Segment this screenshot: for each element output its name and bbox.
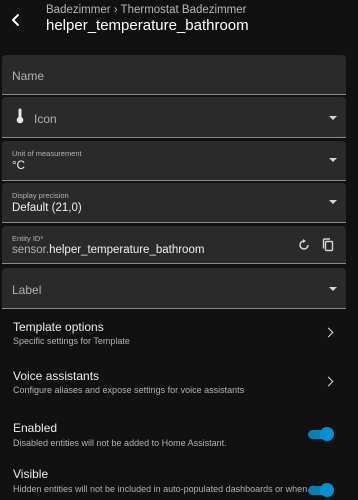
breadcrumb[interactable]: Badezimmer › Thermostat Badezimmer bbox=[46, 4, 246, 16]
visible-title: Visible bbox=[13, 467, 49, 481]
icon-picker[interactable]: Icon bbox=[2, 97, 346, 138]
label-select[interactable]: Label bbox=[2, 268, 346, 309]
chevron-down-icon[interactable] bbox=[329, 200, 337, 204]
display-precision-value: Default (21,0) bbox=[12, 202, 82, 214]
back-arrow-icon[interactable] bbox=[4, 8, 28, 32]
enabled-toggle[interactable] bbox=[306, 426, 334, 442]
chevron-down-icon[interactable] bbox=[329, 287, 337, 291]
copy-icon[interactable] bbox=[318, 235, 338, 255]
top-app-bar: Badezimmer › Thermostat Badezimmer helpe… bbox=[0, 0, 358, 44]
voice-assistants-subtitle: Configure aliases and expose settings fo… bbox=[13, 385, 245, 395]
template-options-row[interactable]: Template options Specific settings for T… bbox=[2, 313, 346, 355]
page-title: helper_temperature_bathroom bbox=[46, 17, 249, 34]
chevron-right-icon bbox=[323, 327, 334, 338]
chevron-right-icon bbox=[323, 376, 334, 387]
thermometer-icon bbox=[16, 108, 24, 129]
visible-row: Visible Hidden entities will not be incl… bbox=[2, 462, 346, 500]
entity-id-field[interactable]: Entity ID* sensor.helper_temperature_bat… bbox=[2, 226, 346, 264]
unit-of-measurement-label: Unit of measurement bbox=[12, 149, 82, 158]
entity-id-value[interactable]: helper_temperature_bathroom bbox=[49, 244, 204, 256]
icon-picker-label: Icon bbox=[34, 112, 57, 126]
chevron-down-icon[interactable] bbox=[329, 158, 337, 162]
template-options-subtitle: Specific settings for Template bbox=[13, 336, 130, 346]
toggle-knob bbox=[320, 483, 334, 497]
display-precision-select[interactable]: Display precision Default (21,0) bbox=[2, 183, 346, 223]
toggle-knob bbox=[320, 427, 334, 441]
visible-toggle[interactable] bbox=[306, 482, 334, 498]
enabled-subtitle: Disabled entities will not be added to H… bbox=[13, 438, 227, 448]
voice-assistants-row[interactable]: Voice assistants Configure aliases and e… bbox=[2, 362, 346, 404]
entity-id-prefix: sensor. bbox=[12, 244, 50, 256]
name-field[interactable]: Name bbox=[2, 55, 346, 95]
template-options-title: Template options bbox=[13, 320, 104, 334]
voice-assistants-title: Voice assistants bbox=[13, 369, 100, 383]
restore-icon[interactable] bbox=[294, 235, 314, 255]
enabled-title: Enabled bbox=[13, 421, 58, 435]
visible-subtitle: Hidden entities will not be included in … bbox=[13, 484, 319, 494]
chevron-down-icon[interactable] bbox=[329, 116, 337, 120]
label-select-label: Label bbox=[12, 283, 42, 297]
unit-of-measurement-select[interactable]: Unit of measurement °C bbox=[2, 141, 346, 181]
unit-of-measurement-value: °C bbox=[12, 160, 25, 172]
enabled-row: Enabled Disabled entities will not be ad… bbox=[2, 414, 346, 456]
name-field-label: Name bbox=[12, 69, 45, 83]
display-precision-label: Display precision bbox=[12, 191, 69, 200]
entity-id-label: Entity ID* bbox=[12, 234, 44, 243]
